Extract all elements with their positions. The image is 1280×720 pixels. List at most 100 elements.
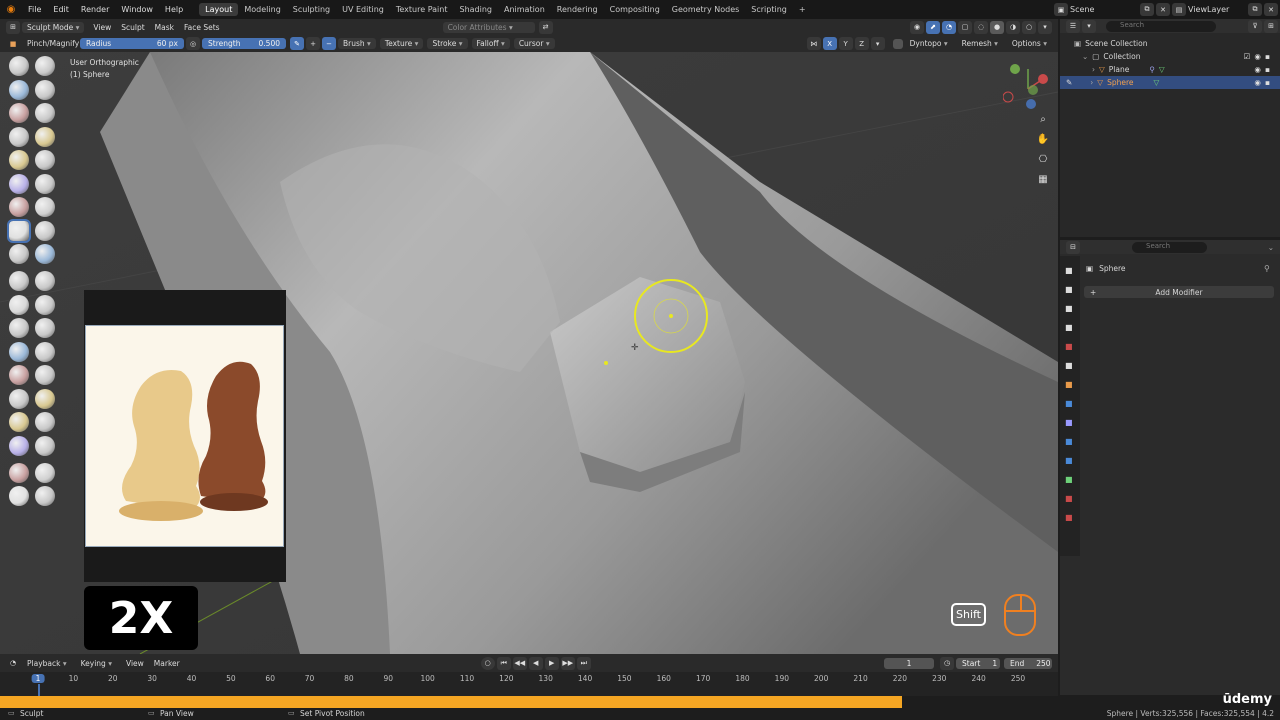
collection-label[interactable]: Collection — [1103, 52, 1140, 61]
3d-viewport[interactable]: ✛ User Orthographic (1) Sphere 2X Shift — [0, 52, 1058, 654]
menu-face-sets[interactable]: Face Sets — [179, 23, 225, 32]
outliner-editor-icon[interactable]: ☰ — [1066, 19, 1080, 33]
radius-field[interactable]: Radius 60 px — [80, 38, 184, 49]
direction-add-icon[interactable]: + — [306, 37, 320, 50]
camera-icon[interactable]: ⎔ — [1035, 154, 1051, 170]
tool-pose-icon[interactable] — [35, 271, 55, 291]
new-collection-icon[interactable]: ⊞ — [1264, 19, 1278, 33]
props-tab-modifier-icon[interactable]: ■ — [1065, 418, 1075, 428]
tool-crease-icon[interactable] — [9, 150, 29, 170]
tool-pinch-icon[interactable] — [7, 218, 31, 243]
dyntopo-dropdown[interactable]: Dyntopo — [905, 38, 953, 49]
tab-layout[interactable]: Layout — [199, 3, 239, 16]
menu-mask[interactable]: Mask — [150, 23, 179, 32]
direction-subtract-icon[interactable]: − — [322, 37, 336, 50]
jump-end-icon[interactable]: ⏭ — [576, 656, 591, 670]
transform-orientation-icon[interactable]: ⇄ — [538, 20, 553, 34]
playhead-line[interactable] — [38, 684, 40, 696]
tool-rotate-icon[interactable] — [35, 294, 55, 315]
menu-file[interactable]: File — [22, 5, 47, 14]
outliner-search[interactable]: Search — [1106, 20, 1216, 32]
overlay-icon[interactable]: ◔ — [942, 20, 956, 34]
viewlayer-copy-icon[interactable]: ⧉ — [1248, 3, 1262, 16]
scene-icon[interactable]: ▣ — [1054, 3, 1068, 16]
tool-line-project-icon[interactable] — [35, 388, 55, 409]
timeline-editor-icon[interactable]: ◔ — [6, 657, 20, 670]
props-tab-view-layer-icon[interactable]: ■ — [1065, 323, 1075, 333]
plane-label[interactable]: Plane — [1109, 65, 1130, 74]
blender-logo-icon[interactable]: ◉ — [0, 4, 22, 15]
props-tab-world-icon[interactable]: ■ — [1065, 361, 1075, 371]
pin-icon[interactable]: ⚲ — [1264, 264, 1270, 273]
plane-camera-icon[interactable]: ▪ — [1265, 65, 1270, 74]
next-keyframe-icon[interactable]: ▶▶ — [560, 656, 575, 670]
props-tab-particles-icon[interactable]: ■ — [1065, 437, 1075, 447]
prev-keyframe-icon[interactable]: ◀◀ — [512, 656, 527, 670]
axis-x-toggle[interactable]: X — [822, 37, 837, 50]
falloff-dropdown[interactable]: Falloff — [471, 38, 510, 49]
tool-blob-icon[interactable] — [35, 126, 55, 147]
keying-menu[interactable]: Keying — [76, 658, 117, 669]
viewlayer-close-icon[interactable]: ✕ — [1264, 3, 1278, 16]
tool-smooth-icon[interactable] — [35, 150, 55, 170]
record-icon[interactable]: ○ — [480, 656, 495, 670]
shading-rendered-icon[interactable]: ○ — [1022, 20, 1036, 34]
remesh-dropdown[interactable]: Remesh — [957, 38, 1003, 49]
tool-color-filter-icon[interactable] — [9, 435, 29, 456]
grid-ortho-icon[interactable]: ▦ — [1035, 174, 1051, 190]
timeline-ruler[interactable]: 1 10 20 30 40 50 60 70 80 90 100 110 120 130 140 150 160… — [0, 672, 1058, 696]
tool-box-trim-icon[interactable] — [9, 388, 29, 409]
menu-window[interactable]: Window — [115, 5, 159, 14]
brush-name[interactable]: Pinch/Magnify — [22, 39, 80, 48]
props-tab-object-icon[interactable]: ■ — [1065, 399, 1075, 409]
viewlayer-icon[interactable]: ▤ — [1172, 3, 1186, 16]
zoom-icon[interactable]: ⌕ — [1035, 114, 1051, 130]
mode-dropdown[interactable]: Sculpt Mode — [22, 21, 85, 33]
menu-view[interactable]: View — [88, 23, 116, 32]
tool-draw-icon[interactable] — [9, 56, 29, 76]
add-modifier-button[interactable]: + Add Modifier — [1084, 286, 1274, 298]
brush-icon[interactable]: ■ — [6, 37, 20, 50]
stroke-dropdown[interactable]: Stroke — [427, 38, 468, 49]
tool-simplify-icon[interactable] — [35, 341, 55, 362]
jump-start-icon[interactable]: ⏮ — [496, 656, 511, 670]
props-tab-material-icon[interactable]: ■ — [1065, 513, 1075, 523]
props-tab-constraints-icon[interactable]: ■ — [1065, 475, 1075, 485]
filter-icon[interactable]: ⊽ — [1248, 19, 1262, 33]
marker-menu[interactable]: Marker — [149, 659, 185, 668]
clock-icon[interactable]: ◷ — [940, 656, 954, 670]
shading-material-icon[interactable]: ◑ — [1006, 20, 1020, 34]
collection-expand-icon[interactable]: ⌄ — [1082, 52, 1088, 61]
sphere-label[interactable]: Sphere — [1107, 78, 1133, 87]
tool-slide-relax-icon[interactable] — [9, 318, 29, 338]
menu-edit[interactable]: Edit — [47, 5, 75, 14]
tab-rendering[interactable]: Rendering — [551, 3, 604, 16]
tab-animation[interactable]: Animation — [498, 3, 551, 16]
props-tab-tool-icon[interactable]: ■ — [1065, 266, 1075, 276]
tool-cloth-icon[interactable] — [9, 341, 29, 362]
properties-search[interactable]: Search — [1132, 241, 1207, 253]
tool-mask-by-color-icon[interactable] — [9, 462, 29, 483]
tab-compositing[interactable]: Compositing — [604, 3, 666, 16]
tab-geometry-nodes[interactable]: Geometry Nodes — [666, 3, 745, 16]
dyntopo-checkbox[interactable] — [892, 38, 903, 49]
shading-solid-icon[interactable]: ● — [990, 20, 1004, 34]
outliner-item-plane[interactable]: › ▽ Plane ⚲ ▽ ◉ ▪ — [1060, 63, 1280, 76]
timeline-view-menu[interactable]: View — [121, 659, 149, 668]
navigation-gizmo[interactable] — [1003, 64, 1053, 114]
tool-flatten-icon[interactable] — [9, 173, 29, 194]
plane-expand-icon[interactable]: › — [1092, 65, 1095, 74]
pressure-pen-icon[interactable]: ✎ — [290, 37, 304, 50]
tab-uv-editing[interactable]: UV Editing — [336, 3, 390, 16]
symmetry-options-icon[interactable]: ▾ — [870, 37, 885, 50]
visibility-icon[interactable]: ◉ — [910, 20, 924, 34]
scene-collection-label[interactable]: Scene Collection — [1085, 39, 1147, 48]
tool-cloth-filter-icon[interactable] — [35, 412, 55, 432]
tool-scale-icon[interactable] — [35, 486, 55, 506]
end-frame-field[interactable]: End 250 — [1004, 657, 1052, 669]
tab-scripting[interactable]: Scripting — [745, 3, 793, 16]
tool-thumb-icon[interactable] — [9, 271, 29, 291]
playback-menu[interactable]: Playback — [22, 658, 72, 669]
color-attributes-dropdown[interactable]: Color Attributes — [442, 21, 535, 33]
strength-field[interactable]: Strength 0.500 — [202, 38, 286, 49]
